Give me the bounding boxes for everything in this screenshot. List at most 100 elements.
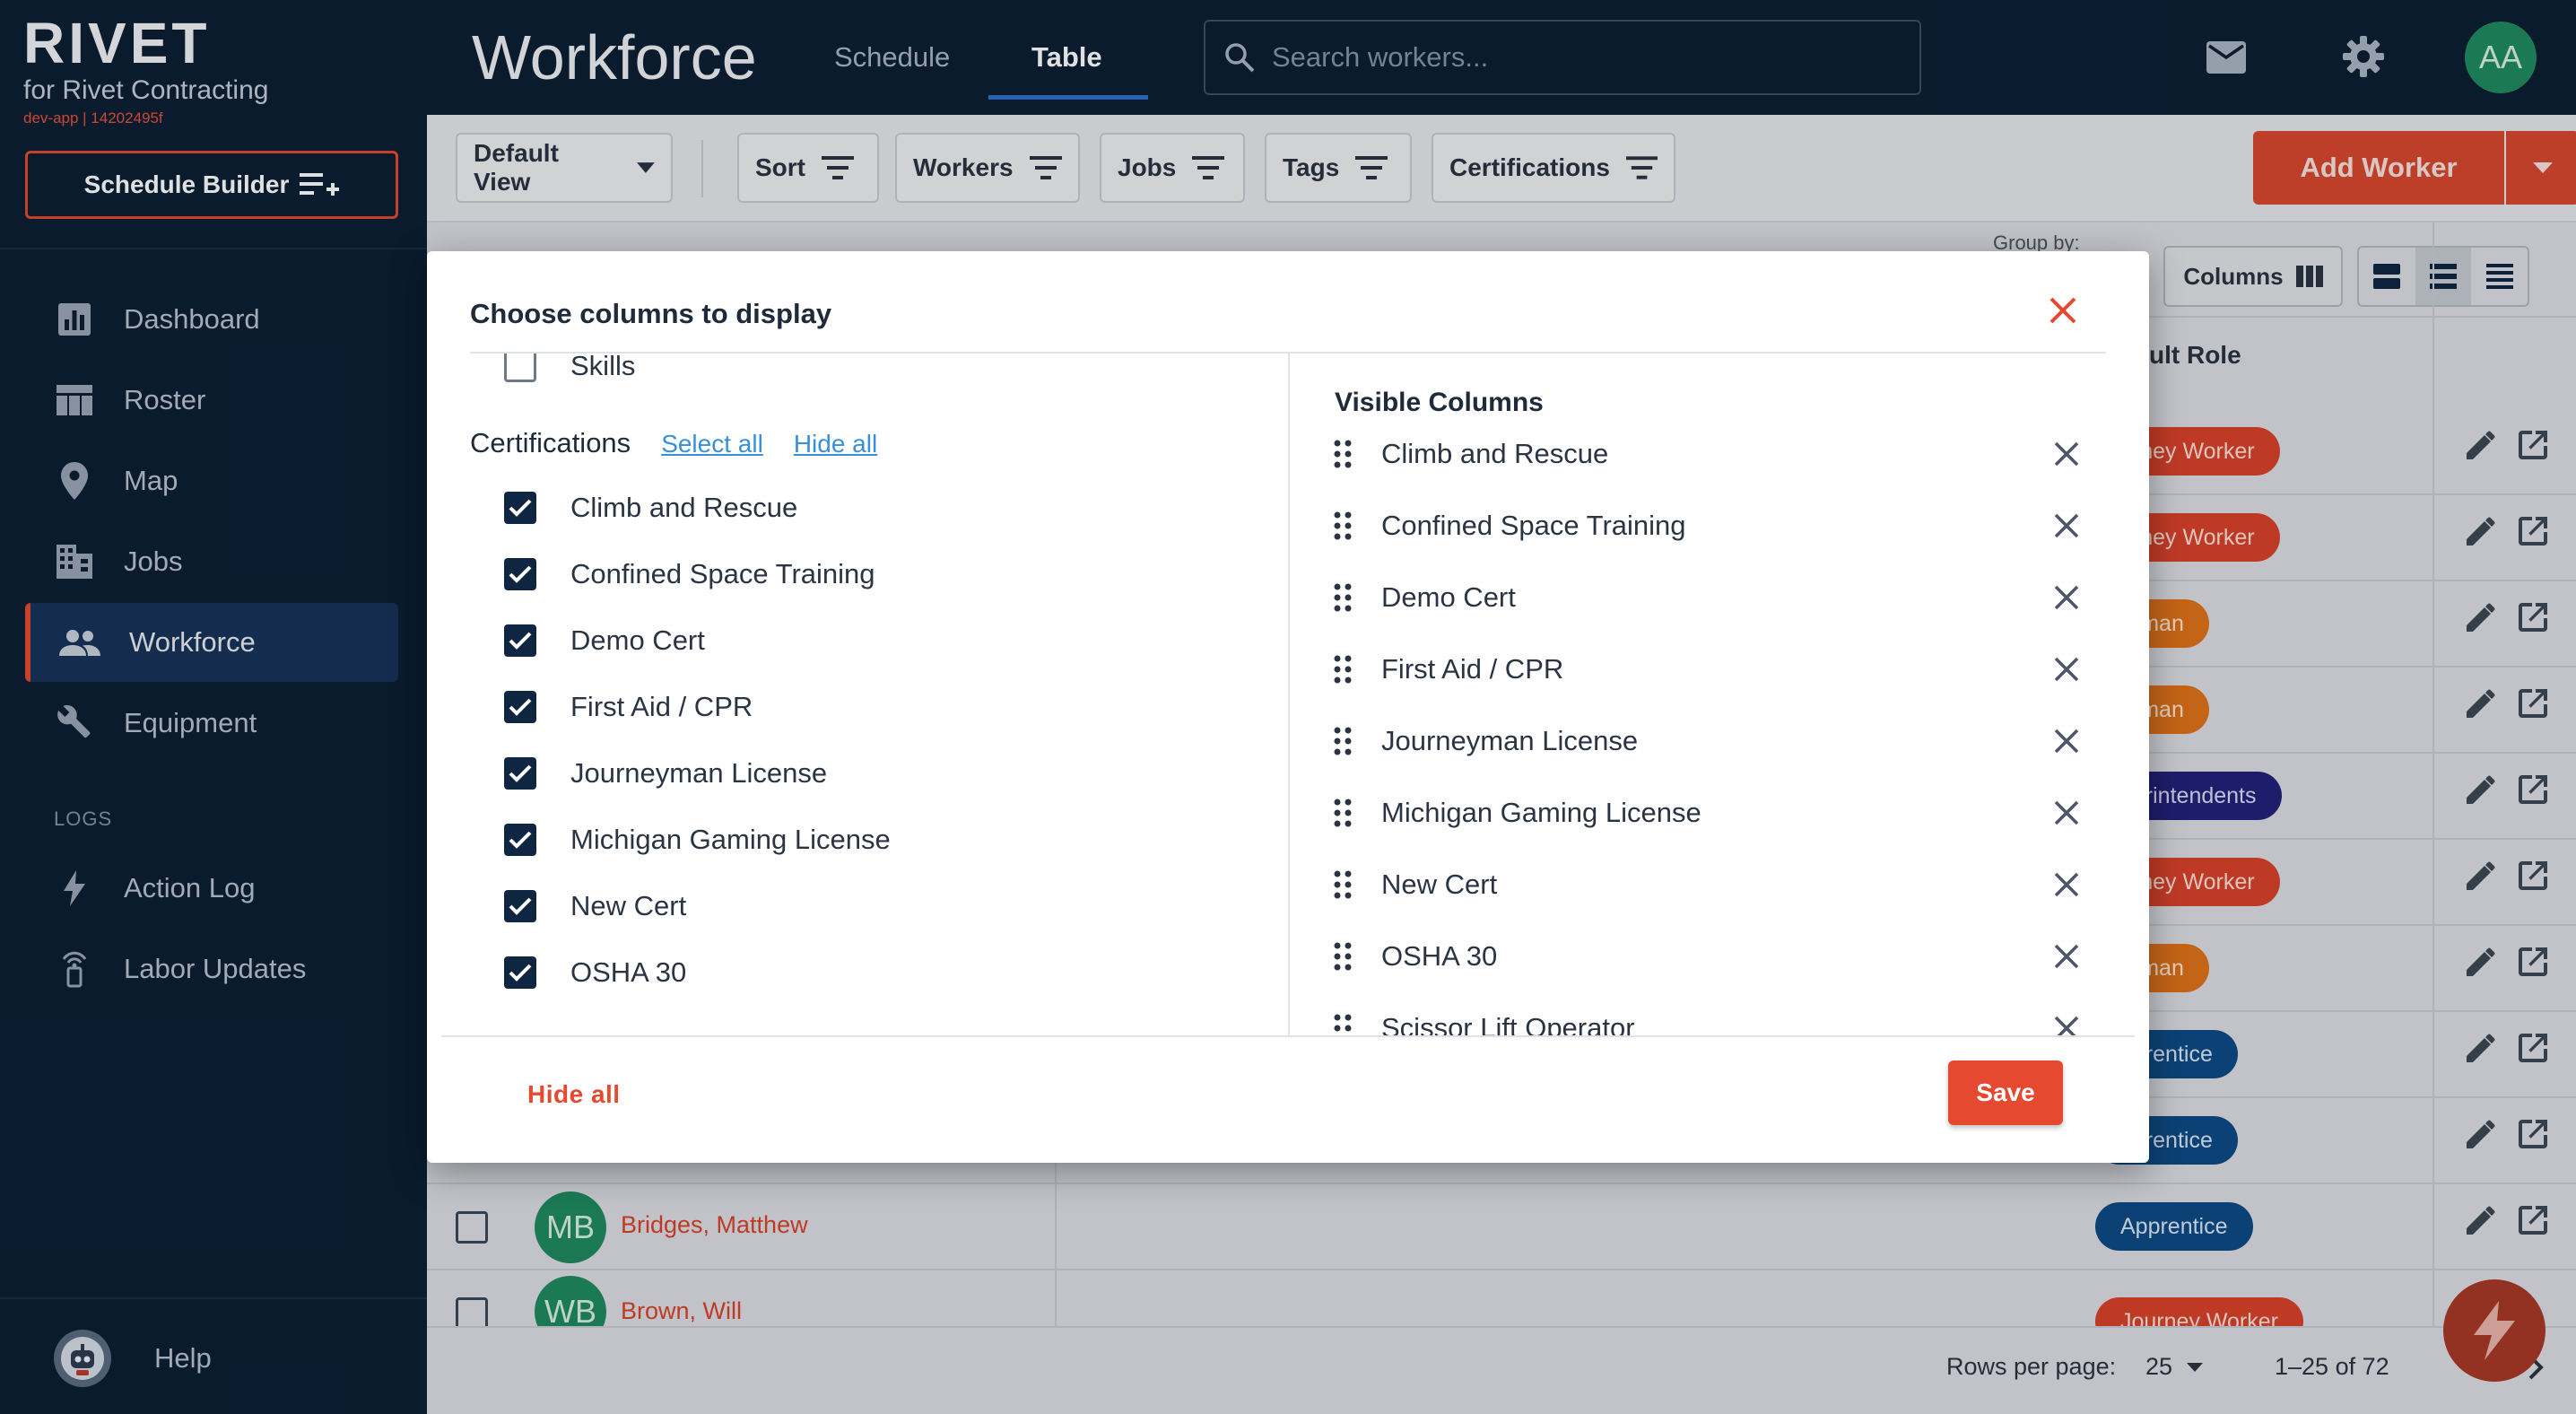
edit-icon[interactable] bbox=[2467, 689, 2495, 718]
hide-all-link[interactable]: Hide all bbox=[794, 430, 877, 458]
open-in-new-icon[interactable] bbox=[2519, 1206, 2547, 1235]
checkbox[interactable] bbox=[504, 956, 536, 989]
drag-handle-icon[interactable] bbox=[1334, 655, 1352, 684]
sort-button[interactable]: Sort bbox=[737, 133, 879, 203]
edit-icon[interactable] bbox=[2467, 1034, 2495, 1062]
visible-column-item[interactable]: OSHA 30 bbox=[1322, 930, 2093, 983]
checkbox[interactable] bbox=[504, 354, 536, 382]
sidebar-item-labor-updates[interactable]: Labor Updates bbox=[25, 930, 398, 1008]
visible-column-item[interactable]: New Cert bbox=[1322, 858, 2093, 912]
checkbox[interactable] bbox=[504, 890, 536, 922]
save-button[interactable]: Save bbox=[1948, 1060, 2063, 1125]
column-options-list[interactable]: Skills Certifications Select all Hide al… bbox=[427, 354, 1288, 1035]
sidebar-item-map[interactable]: Map bbox=[25, 441, 398, 520]
checkbox[interactable] bbox=[504, 624, 536, 657]
remove-icon[interactable] bbox=[2054, 513, 2079, 538]
remove-icon[interactable] bbox=[2054, 800, 2079, 825]
visible-column-item[interactable]: Confined Space Training bbox=[1322, 499, 2093, 553]
row-checkbox[interactable] bbox=[456, 1297, 488, 1326]
rows-per-page-select[interactable]: 25 bbox=[2145, 1353, 2204, 1381]
density-standard[interactable] bbox=[2415, 248, 2472, 305]
checkbox-climb-and-rescue[interactable]: Climb and Rescue bbox=[504, 492, 797, 524]
visible-column-item[interactable]: First Aid / CPR bbox=[1322, 642, 2093, 696]
certifications-filter-button[interactable]: Certifications bbox=[1432, 133, 1675, 203]
hide-all-button[interactable]: Hide all bbox=[527, 1080, 621, 1109]
remove-icon[interactable] bbox=[2054, 657, 2079, 682]
visible-columns-list[interactable]: Visible Columns Climb and Rescue Confine… bbox=[1290, 354, 2149, 1035]
schedule-builder-button[interactable]: Schedule Builder bbox=[25, 151, 398, 219]
row-checkbox[interactable] bbox=[456, 1211, 488, 1244]
remove-icon[interactable] bbox=[2054, 1016, 2079, 1035]
open-in-new-icon[interactable] bbox=[2519, 431, 2547, 459]
edit-icon[interactable] bbox=[2467, 1120, 2495, 1148]
worker-name-link[interactable]: Brown, Will bbox=[621, 1297, 742, 1325]
columns-button[interactable]: Columns bbox=[2163, 246, 2343, 307]
tab-table[interactable]: Table bbox=[1031, 41, 1102, 74]
sidebar-item-action-log[interactable]: Action Log bbox=[25, 849, 398, 928]
drag-handle-icon[interactable] bbox=[1334, 511, 1352, 540]
search-input[interactable] bbox=[1272, 41, 1882, 74]
table-row[interactable]: MB Bridges, Matthew Apprentice bbox=[427, 1184, 2576, 1270]
open-in-new-icon[interactable] bbox=[2519, 517, 2547, 546]
checkbox-first-aid-cpr[interactable]: First Aid / CPR bbox=[504, 691, 753, 723]
user-avatar[interactable]: AA bbox=[2465, 22, 2537, 93]
edit-icon[interactable] bbox=[2467, 1206, 2495, 1235]
workers-filter-button[interactable]: Workers bbox=[895, 133, 1080, 203]
open-in-new-icon[interactable] bbox=[2519, 861, 2547, 890]
checkbox-journeyman-license[interactable]: Journeyman License bbox=[504, 757, 827, 790]
drag-handle-icon[interactable] bbox=[1334, 440, 1352, 468]
worker-name-link[interactable]: Bridges, Matthew bbox=[621, 1211, 808, 1239]
sidebar-item-roster[interactable]: Roster bbox=[25, 361, 398, 440]
edit-icon[interactable] bbox=[2467, 603, 2495, 632]
drag-handle-icon[interactable] bbox=[1334, 870, 1352, 899]
density-comfortable[interactable] bbox=[2359, 248, 2415, 305]
brand-logo[interactable]: RIVET bbox=[23, 14, 268, 72]
edit-icon[interactable] bbox=[2467, 947, 2495, 976]
remove-icon[interactable] bbox=[2054, 944, 2079, 969]
default-view-button[interactable]: Default View bbox=[456, 133, 673, 203]
tab-schedule[interactable]: Schedule bbox=[834, 41, 950, 74]
column-header-role[interactable]: ult Role bbox=[2149, 341, 2241, 370]
drag-handle-icon[interactable] bbox=[1334, 942, 1352, 971]
visible-column-item[interactable]: Scissor Lift Operator bbox=[1322, 1001, 2093, 1035]
checkbox-demo-cert[interactable]: Demo Cert bbox=[504, 624, 705, 657]
open-in-new-icon[interactable] bbox=[2519, 1120, 2547, 1148]
close-icon[interactable] bbox=[2049, 296, 2077, 325]
remove-icon[interactable] bbox=[2054, 441, 2079, 467]
remove-icon[interactable] bbox=[2054, 585, 2079, 610]
checkbox-confined-space-training[interactable]: Confined Space Training bbox=[504, 558, 875, 590]
edit-icon[interactable] bbox=[2467, 431, 2495, 459]
sidebar-item-jobs[interactable]: Jobs bbox=[25, 522, 398, 601]
edit-icon[interactable] bbox=[2467, 517, 2495, 546]
open-in-new-icon[interactable] bbox=[2519, 603, 2547, 632]
visible-column-item[interactable]: Demo Cert bbox=[1322, 571, 2093, 624]
jobs-filter-button[interactable]: Jobs bbox=[1100, 133, 1245, 203]
checkbox-michigan-gaming-license[interactable]: Michigan Gaming License bbox=[504, 824, 891, 856]
add-worker-button[interactable]: Add Worker bbox=[2253, 131, 2504, 205]
open-in-new-icon[interactable] bbox=[2519, 1034, 2547, 1062]
sidebar-item-equipment[interactable]: Equipment bbox=[25, 684, 398, 763]
sidebar-item-dashboard[interactable]: Dashboard bbox=[25, 280, 398, 359]
open-in-new-icon[interactable] bbox=[2519, 947, 2547, 976]
checkbox[interactable] bbox=[504, 757, 536, 790]
mail-icon[interactable] bbox=[2206, 41, 2246, 74]
tags-filter-button[interactable]: Tags bbox=[1265, 133, 1412, 203]
remove-icon[interactable] bbox=[2054, 872, 2079, 897]
checkbox[interactable] bbox=[504, 558, 536, 590]
checkbox[interactable] bbox=[504, 492, 536, 524]
drag-handle-icon[interactable] bbox=[1334, 799, 1352, 827]
gear-icon[interactable] bbox=[2341, 34, 2386, 79]
checkbox[interactable] bbox=[504, 691, 536, 723]
density-compact[interactable] bbox=[2471, 248, 2528, 305]
add-worker-menu-button[interactable] bbox=[2506, 131, 2576, 205]
sidebar-item-help[interactable]: Help bbox=[57, 1319, 398, 1398]
visible-column-item[interactable]: Michigan Gaming License bbox=[1322, 786, 2093, 840]
open-in-new-icon[interactable] bbox=[2519, 689, 2547, 718]
search-box[interactable] bbox=[1204, 20, 1921, 95]
remove-icon[interactable] bbox=[2054, 729, 2079, 754]
select-all-link[interactable]: Select all bbox=[661, 430, 763, 458]
open-in-new-icon[interactable] bbox=[2519, 775, 2547, 804]
sidebar-item-workforce[interactable]: Workforce bbox=[25, 603, 398, 682]
edit-icon[interactable] bbox=[2467, 861, 2495, 890]
checkbox[interactable] bbox=[504, 824, 536, 856]
